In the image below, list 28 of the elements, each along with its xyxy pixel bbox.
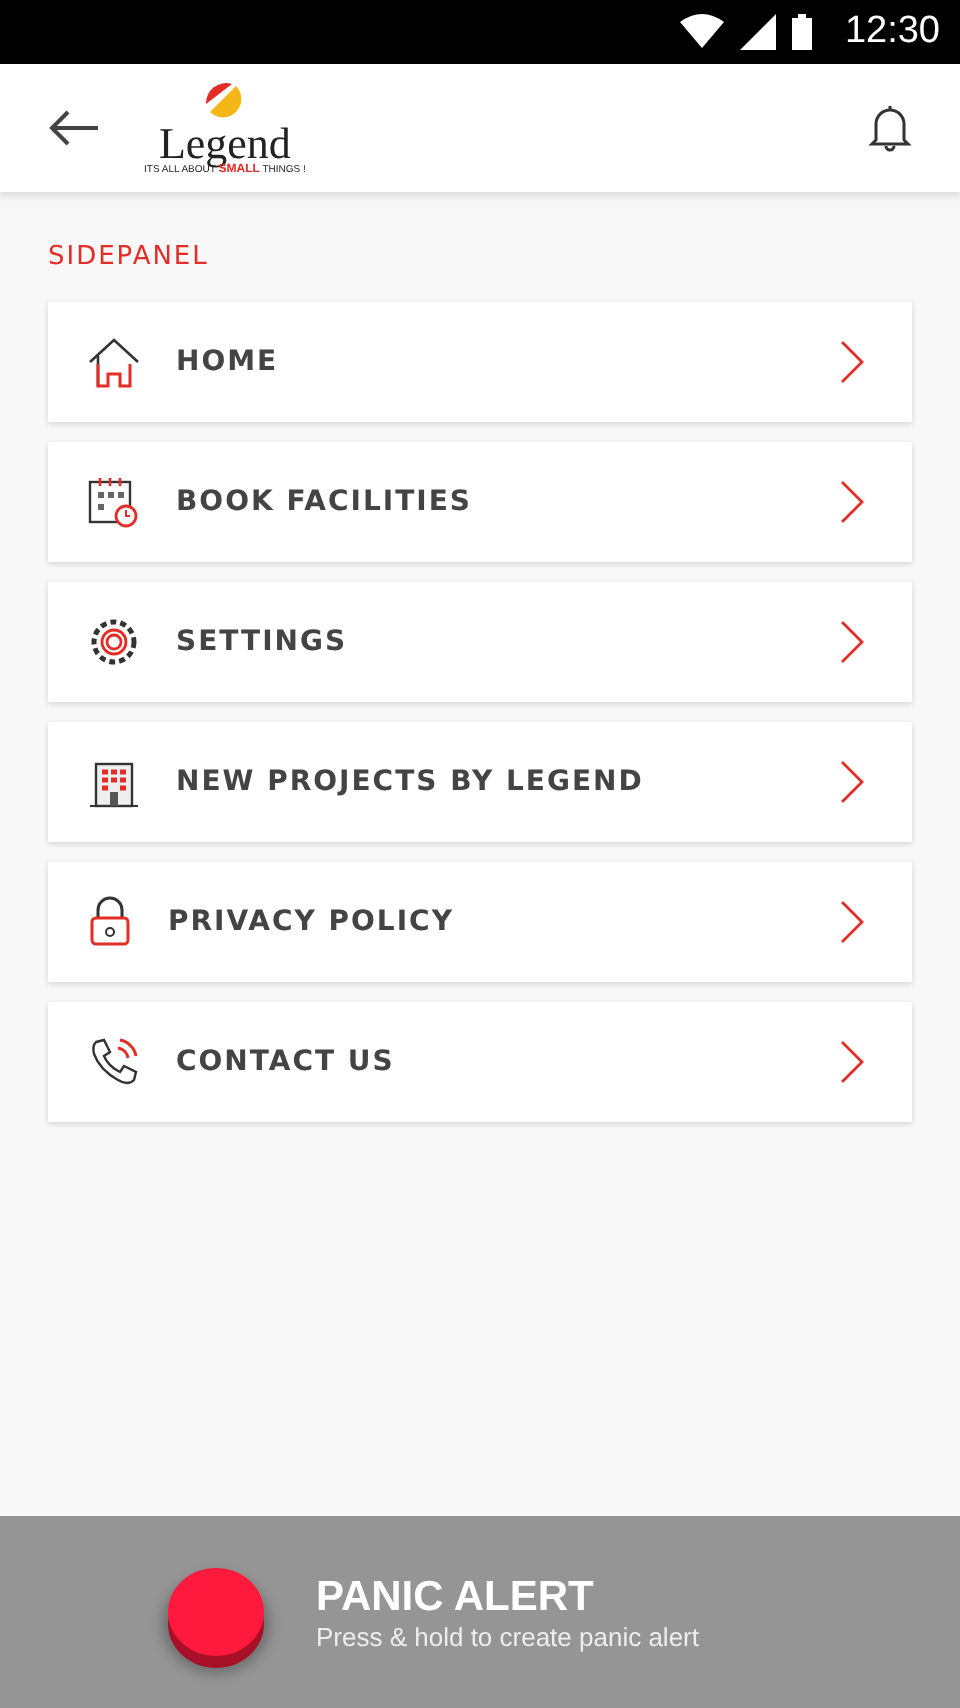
house-icon [88,336,140,388]
chevron-icon [840,900,864,944]
status-time: 12:30 [844,10,940,54]
panic-subtitle: Press & hold to create panic alert [316,1621,699,1651]
chevron-icon [840,1040,864,1084]
section-title: SIDEPANEL [48,242,211,272]
chevron-icon [840,760,864,804]
panic-title: PANIC ALERT [316,1573,596,1621]
battery-icon [792,14,813,50]
menu-item[interactable]: HOME [48,302,912,422]
back-icon[interactable] [48,110,100,146]
menu-item[interactable]: SETTINGS [48,582,912,702]
calendar-icon [88,476,140,528]
lock-icon [88,896,132,948]
logo-word: Legend [158,124,291,164]
menu-item[interactable]: NEW PROJECTS BY LEGEND [48,722,912,842]
wifi-icon [680,14,725,50]
gear-icon [88,616,140,668]
menu-item[interactable]: CONTACT US [48,1002,912,1122]
notification-icon[interactable] [868,104,912,152]
phone-icon [88,1036,140,1088]
chevron-icon [840,480,864,524]
chevron-icon [840,620,864,664]
chevron-icon [840,340,864,384]
panic-button[interactable] [168,1568,264,1656]
menu-item[interactable]: BOOK FACILITIES [48,442,912,562]
signal-icon [740,14,777,50]
menu-item[interactable]: PRIVACY POLICY [48,862,912,982]
